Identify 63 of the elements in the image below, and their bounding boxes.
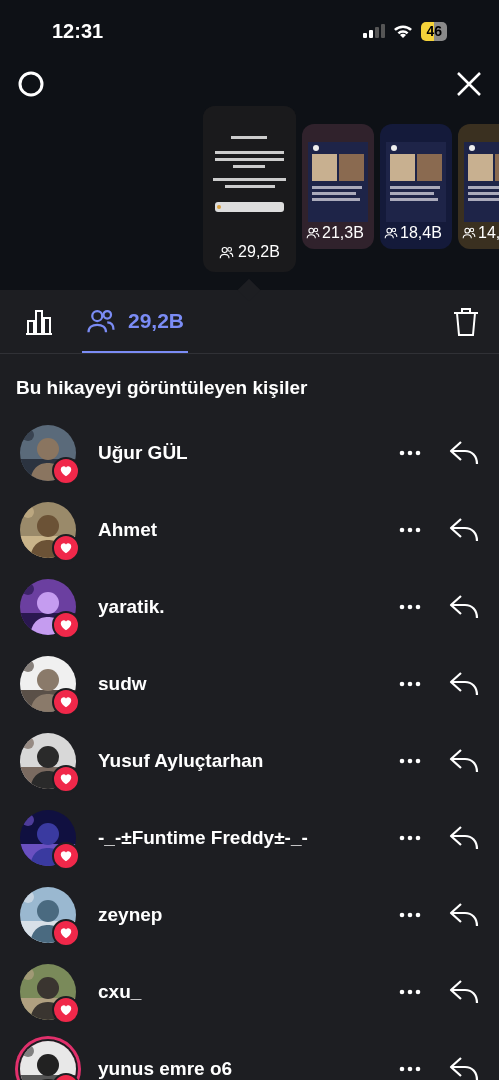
viewer-name[interactable]: yaratik. xyxy=(98,592,165,622)
view-count: 18,4B xyxy=(400,223,442,243)
heart-badge xyxy=(52,688,80,716)
people-icon xyxy=(462,226,476,240)
people-icon xyxy=(306,226,320,240)
close-icon[interactable] xyxy=(455,70,483,98)
status-time: 12:31 xyxy=(52,19,104,44)
viewer-name[interactable]: -_-±Funtime Freddy±-_- xyxy=(98,823,308,853)
more-icon[interactable] xyxy=(399,450,421,456)
reply-icon[interactable] xyxy=(449,748,479,774)
more-icon[interactable] xyxy=(399,1066,421,1072)
reply-icon[interactable] xyxy=(449,1056,479,1080)
heart-badge xyxy=(52,765,80,793)
reply-icon[interactable] xyxy=(449,671,479,697)
trash-icon[interactable] xyxy=(453,306,479,337)
reply-icon[interactable] xyxy=(449,825,479,851)
viewer-avatar[interactable] xyxy=(20,579,76,635)
reply-icon[interactable] xyxy=(449,594,479,620)
heart-badge xyxy=(52,457,80,485)
view-count: 14, xyxy=(478,223,499,243)
story-thumbnail[interactable]: 18,4B xyxy=(380,124,452,249)
viewer-avatar[interactable] xyxy=(20,502,76,558)
wifi-icon xyxy=(393,24,414,38)
story-thumbnail[interactable]: 14, xyxy=(458,124,499,249)
people-icon xyxy=(219,244,235,260)
signal-icon xyxy=(363,24,386,38)
heart-badge xyxy=(52,842,80,870)
more-icon[interactable] xyxy=(399,989,421,995)
reply-icon[interactable] xyxy=(449,979,479,1005)
view-count: 21,3B xyxy=(322,223,364,243)
more-icon[interactable] xyxy=(399,835,421,841)
settings-icon[interactable] xyxy=(16,69,46,99)
viewer-name[interactable]: Yusuf Ayluçtarhan xyxy=(98,746,264,776)
viewer-name[interactable]: Uğur GÜL xyxy=(98,438,188,468)
more-icon[interactable] xyxy=(399,758,421,764)
viewer-name[interactable]: cxu_ xyxy=(98,977,142,1007)
viewer-avatar[interactable] xyxy=(20,887,76,943)
viewers-tab[interactable]: 29,2B xyxy=(82,290,189,353)
reply-icon[interactable] xyxy=(449,440,479,466)
battery-indicator: 46 xyxy=(421,21,447,41)
more-icon[interactable] xyxy=(399,912,421,918)
viewer-avatar[interactable] xyxy=(20,810,76,866)
people-icon xyxy=(384,226,398,240)
heart-badge xyxy=(52,919,80,947)
viewer-name[interactable]: sudw xyxy=(98,669,147,699)
heart-badge xyxy=(52,534,80,562)
viewer-avatar[interactable] xyxy=(20,656,76,712)
view-count: 29,2B xyxy=(238,242,280,262)
viewer-avatar[interactable] xyxy=(20,733,76,789)
more-icon[interactable] xyxy=(399,604,421,610)
viewer-name[interactable]: Ahmet xyxy=(98,515,158,545)
heart-badge xyxy=(52,611,80,639)
viewer-name[interactable]: zeynep xyxy=(98,900,163,930)
reply-icon[interactable] xyxy=(449,902,479,928)
heart-badge xyxy=(52,996,80,1024)
viewer-name[interactable]: yunus emre o6 xyxy=(98,1054,233,1080)
viewer-avatar[interactable] xyxy=(20,425,76,481)
reply-icon[interactable] xyxy=(449,517,479,543)
section-heading: Bu hikayeyi görüntüleyen kişiler xyxy=(15,376,309,400)
viewer-avatar[interactable] xyxy=(20,964,76,1020)
more-icon[interactable] xyxy=(399,681,421,687)
more-icon[interactable] xyxy=(399,527,421,533)
story-thumbnail[interactable]: 21,3B xyxy=(302,124,374,249)
